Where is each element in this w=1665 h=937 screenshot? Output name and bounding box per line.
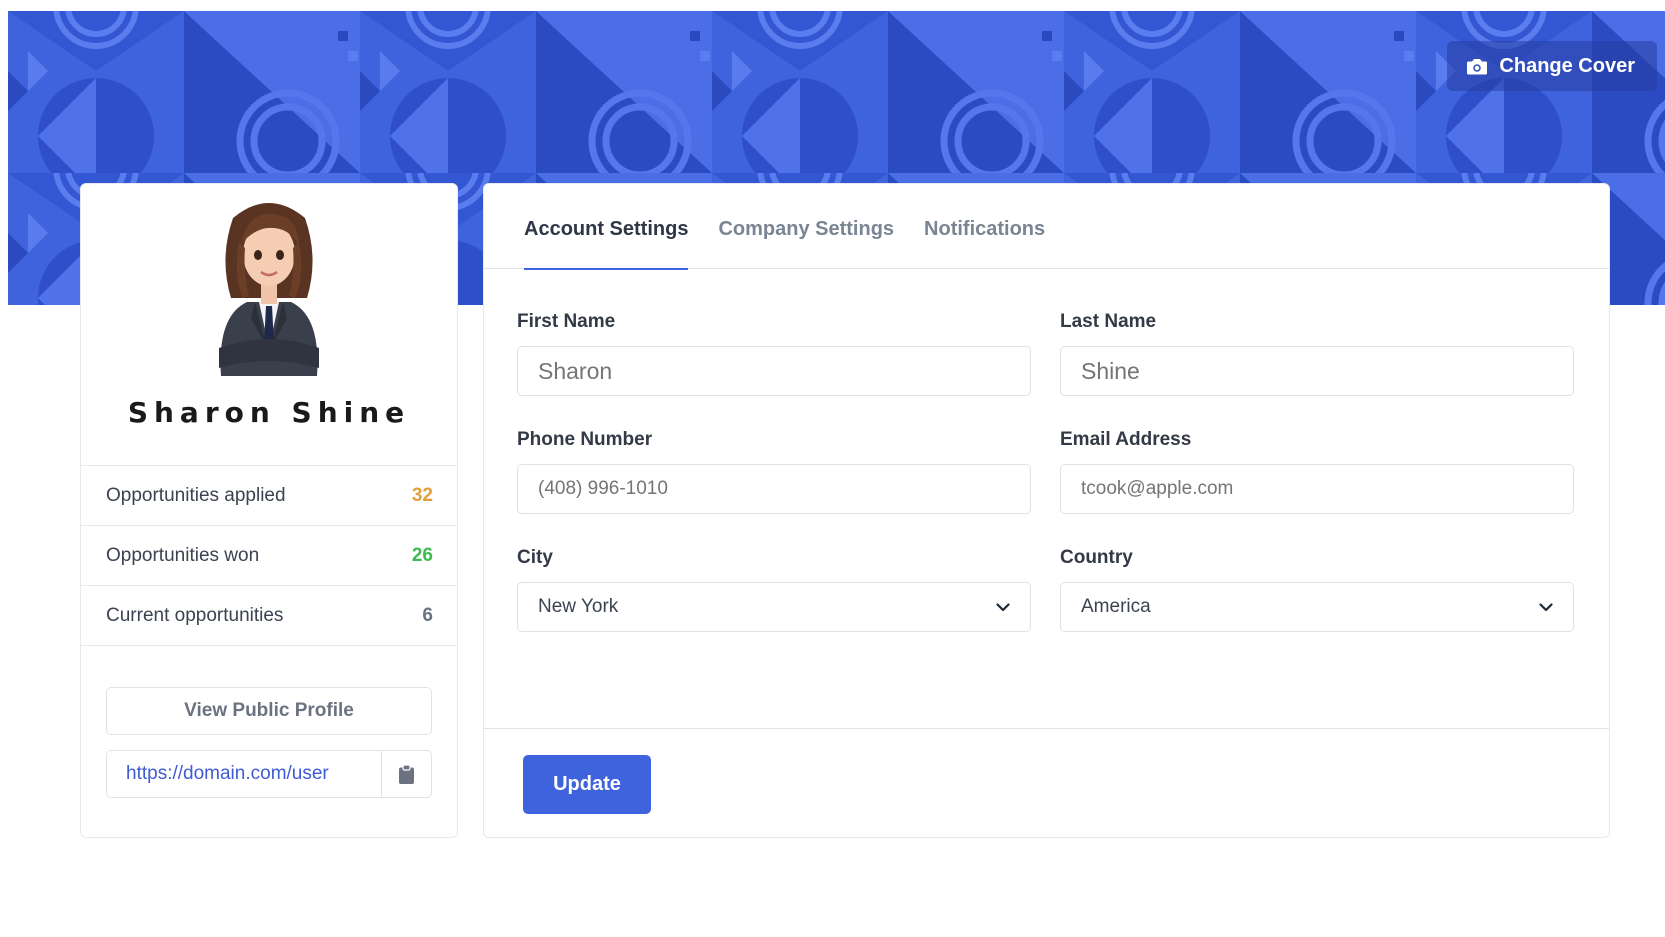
profile-url-input[interactable] <box>107 751 381 797</box>
email-input[interactable] <box>1060 464 1574 514</box>
phone-group: Phone Number <box>517 429 1031 514</box>
stat-value: 32 <box>411 484 433 506</box>
stat-label: Current opportunities <box>106 604 284 626</box>
first-name-group: First Name <box>517 311 1031 396</box>
city-group: City New York <box>517 547 1031 632</box>
settings-card: Account Settings Company Settings Notifi… <box>483 183 1610 838</box>
change-cover-label: Change Cover <box>1499 54 1635 77</box>
country-group: Country America <box>1060 547 1574 632</box>
country-label: Country <box>1060 547 1133 568</box>
stat-label: Opportunities won <box>106 544 260 566</box>
copy-url-button[interactable] <box>381 751 431 797</box>
stat-value: 6 <box>422 604 433 626</box>
chevron-down-icon <box>1539 602 1553 611</box>
stat-label: Opportunities applied <box>106 484 286 506</box>
avatar <box>219 203 319 376</box>
profile-url-group <box>106 750 432 798</box>
city-label: City <box>517 547 553 568</box>
tab-notifications[interactable]: Notifications <box>924 184 1045 269</box>
chevron-down-icon <box>996 602 1010 611</box>
city-select[interactable]: New York <box>517 582 1031 632</box>
stats-list: Opportunities applied 32 Opportunities w… <box>81 465 457 646</box>
settings-tabs: Account Settings Company Settings Notifi… <box>484 184 1609 270</box>
stat-value: 26 <box>411 544 433 566</box>
phone-input[interactable] <box>517 464 1031 514</box>
country-value: America <box>1081 596 1151 617</box>
last-name-input[interactable] <box>1060 346 1574 396</box>
settings-page: Change Cover Sharon Shine Opportunities … <box>0 0 1665 937</box>
stat-row: Opportunities applied 32 <box>81 466 457 526</box>
view-public-profile-button[interactable]: View Public Profile <box>106 687 432 735</box>
profile-name: Sharon Shine <box>127 396 411 429</box>
camera-icon <box>1467 58 1488 74</box>
last-name-label: Last Name <box>1060 311 1157 332</box>
last-name-group: Last Name <box>1060 311 1574 396</box>
email-group: Email Address <box>1060 429 1574 514</box>
update-button[interactable]: Update <box>523 755 651 814</box>
clipboard-icon <box>399 764 414 784</box>
stat-row: Current opportunities 6 <box>81 586 457 646</box>
country-select[interactable]: America <box>1060 582 1574 632</box>
profile-card: Sharon Shine Opportunities applied 32 Op… <box>80 183 458 838</box>
tab-account-settings[interactable]: Account Settings <box>524 184 689 270</box>
city-value: New York <box>538 596 619 617</box>
email-label: Email Address <box>1060 429 1192 450</box>
first-name-input[interactable] <box>517 346 1031 396</box>
first-name-label: First Name <box>517 311 616 332</box>
card-divider <box>484 728 1609 729</box>
phone-label: Phone Number <box>517 429 653 450</box>
stat-row: Opportunities won 26 <box>81 526 457 586</box>
tab-company-settings[interactable]: Company Settings <box>718 184 894 269</box>
change-cover-button[interactable]: Change Cover <box>1447 41 1657 91</box>
